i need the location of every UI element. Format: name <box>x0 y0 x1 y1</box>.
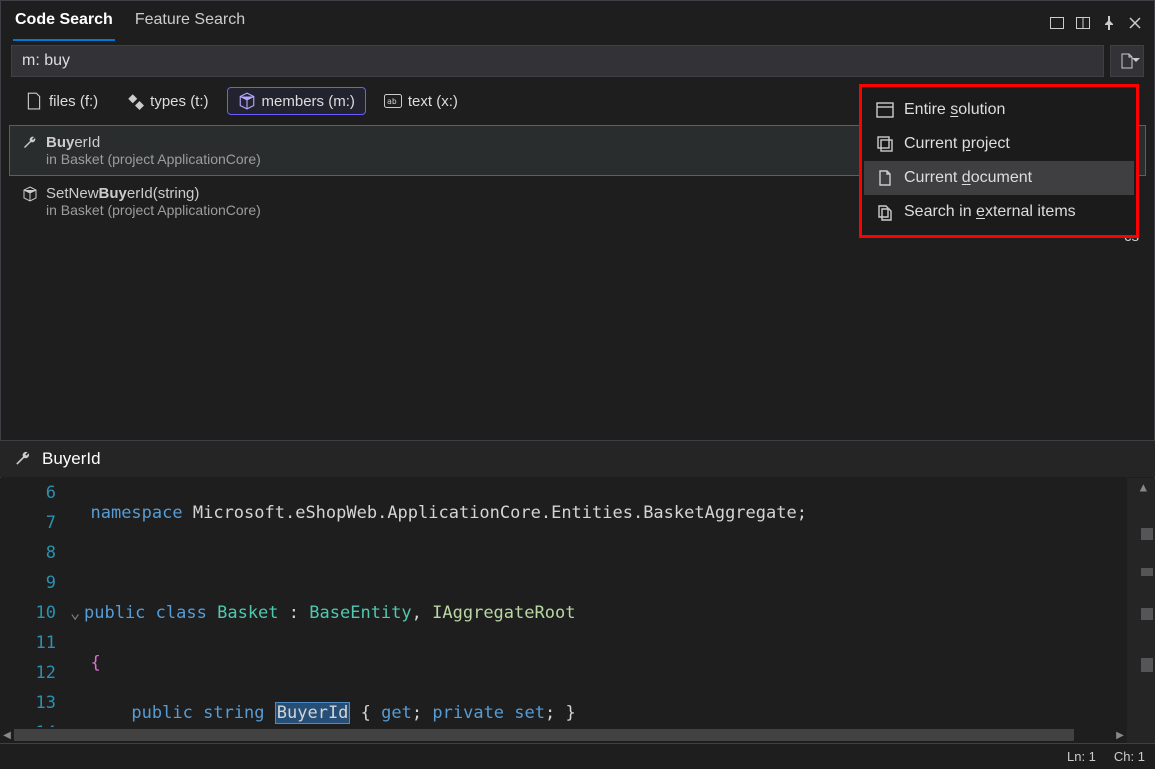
minimap-marker <box>1141 608 1153 620</box>
code-editor[interactable]: 6 7 8 9 10 11 12 13 14 namespace Microso… <box>0 478 1155 743</box>
filter-files-label: files (f:) <box>49 93 98 110</box>
status-column: Ch: 1 <box>1114 749 1145 764</box>
filter-members-label: members (m:) <box>262 93 355 110</box>
dock-split-icon[interactable] <box>1072 12 1094 34</box>
pin-icon[interactable] <box>1098 12 1120 34</box>
filter-text[interactable]: ab text (x:) <box>374 88 468 114</box>
scope-dropdown-button[interactable] <box>1110 45 1144 77</box>
documents-icon <box>876 203 894 221</box>
wrench-icon <box>14 450 32 468</box>
tab-feature-search[interactable]: Feature Search <box>133 5 247 41</box>
search-input[interactable] <box>11 45 1104 77</box>
scope-external-items[interactable]: Search in external items <box>864 195 1134 229</box>
status-bar: Ln: 1 Ch: 1 <box>0 743 1155 769</box>
scope-menu: Entire solution Current project Current … <box>859 84 1139 238</box>
types-icon <box>126 92 144 110</box>
preview-title: BuyerId <box>42 449 101 469</box>
line-gutter: 6 7 8 9 10 11 12 13 14 <box>0 478 70 743</box>
window-icon <box>876 101 894 119</box>
document-icon <box>876 169 894 187</box>
titlebar: Code Search Feature Search <box>1 1 1154 41</box>
scope-current-project[interactable]: Current project <box>864 127 1134 161</box>
stack-icon <box>876 135 894 153</box>
minimap[interactable]: ▲ <box>1127 478 1155 743</box>
scroll-right-icon[interactable]: ▶ <box>1113 727 1127 743</box>
preview-header: BuyerId <box>0 440 1155 477</box>
file-icon <box>25 92 43 110</box>
wrench-icon <box>22 135 38 151</box>
scroll-up-icon[interactable]: ▲ <box>1140 480 1147 494</box>
chevron-down-icon <box>1132 58 1140 62</box>
cube-icon <box>22 186 38 202</box>
scrollbar-thumb[interactable] <box>14 729 1074 741</box>
minimap-marker <box>1141 568 1153 576</box>
main-tabs: Code Search Feature Search <box>9 5 247 41</box>
result-title-text: SetNewBuyerId(string) <box>46 185 199 202</box>
scope-current-document[interactable]: Current document <box>864 161 1134 195</box>
search-row <box>1 41 1154 81</box>
svg-text:ab: ab <box>387 97 397 106</box>
filter-types[interactable]: types (t:) <box>116 88 218 114</box>
text-icon: ab <box>384 92 402 110</box>
scope-label: Entire solution <box>904 101 1005 119</box>
scope-label: Search in external items <box>904 203 1076 221</box>
minimap-marker <box>1141 658 1153 672</box>
cube-icon <box>238 92 256 110</box>
window-buttons <box>1046 12 1146 34</box>
scroll-left-icon[interactable]: ◀ <box>0 727 14 743</box>
filter-members[interactable]: members (m:) <box>227 87 366 115</box>
status-line: Ln: 1 <box>1067 749 1096 764</box>
filter-types-label: types (t:) <box>150 93 208 110</box>
code-content: namespace Microsoft.eShopWeb.Application… <box>70 478 1127 743</box>
scope-label: Current project <box>904 135 1010 153</box>
filter-text-label: text (x:) <box>408 93 458 110</box>
tab-code-search[interactable]: Code Search <box>13 5 115 41</box>
scope-label: Current document <box>904 169 1032 187</box>
dock-as-tab-icon[interactable] <box>1046 12 1068 34</box>
result-title-text: BuyerId <box>46 134 100 151</box>
close-icon[interactable] <box>1124 12 1146 34</box>
scope-entire-solution[interactable]: Entire solution <box>864 93 1134 127</box>
minimap-marker <box>1141 528 1153 540</box>
filter-files[interactable]: files (f:) <box>15 88 108 114</box>
horizontal-scrollbar[interactable]: ◀ ▶ <box>0 727 1127 743</box>
